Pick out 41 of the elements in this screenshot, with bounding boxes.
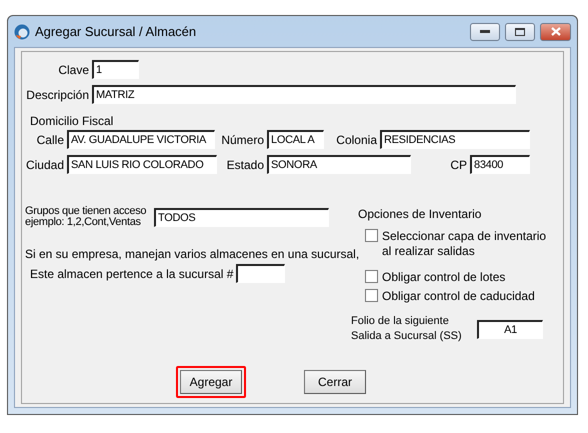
input-field[interactable]: 1 [92,60,139,79]
section-title: Domicilio Fiscal [30,114,114,129]
field-label: Folio de la siguiente Salida a Sucursal (SS) [351,314,463,344]
input-field[interactable]: LOCAL A [267,130,324,149]
field-label: Este almacen pertence a la sucursal # [30,266,234,280]
input-field[interactable]: 83400 [470,155,530,174]
field-label: Grupos que tienen acceso ejemplo: 1,2,Cont,Ventas [25,206,148,228]
field-label: Ciudad [25,158,65,172]
close-icon [550,27,560,36]
input-field[interactable]: SAN LUIS RIO COLORADO [67,155,217,174]
app-icon [14,24,30,40]
field-label: Calle [36,132,65,146]
field-label: Clave [57,62,90,76]
section-title: Opciones de Inventario [358,207,482,222]
input-field[interactable] [236,264,286,283]
close-button[interactable] [540,22,571,40]
checkbox[interactable] [365,289,378,302]
dialog-button[interactable]: Agregar [180,370,242,394]
checkbox-label: Obligar control de caducidad [382,289,535,304]
field-label: Estado [226,158,265,172]
maximize-icon [515,28,525,36]
checkbox-label: Obligar control de lotes [382,270,506,285]
window-title: Agregar Sucursal / Almacén [35,24,198,39]
checkbox[interactable] [365,270,378,283]
checkbox[interactable] [365,229,378,242]
minimize-icon [480,30,490,34]
note-text: Si en su empresa, manejan varios almacenes en una sucursal, [25,247,360,262]
input-field[interactable]: AV. GUADALUPE VICTORIA [67,130,215,149]
dialog-button[interactable]: Cerrar [304,370,366,394]
field-label: CP [449,158,468,172]
maximize-button[interactable] [505,22,535,40]
field-label: Descripción [25,88,90,102]
input-field[interactable]: RESIDENCIAS [380,130,530,149]
checkbox-label: Seleccionar capa de inventario al realizar salidas [382,229,546,259]
input-field[interactable]: TODOS [154,208,329,226]
input-field[interactable]: SONORA [267,155,411,174]
input-field[interactable]: A1 [477,320,543,338]
field-label: Número [220,132,265,146]
minimize-button[interactable] [470,22,500,40]
field-label: Colonia [335,132,378,146]
input-field[interactable]: MATRIZ [92,85,516,104]
